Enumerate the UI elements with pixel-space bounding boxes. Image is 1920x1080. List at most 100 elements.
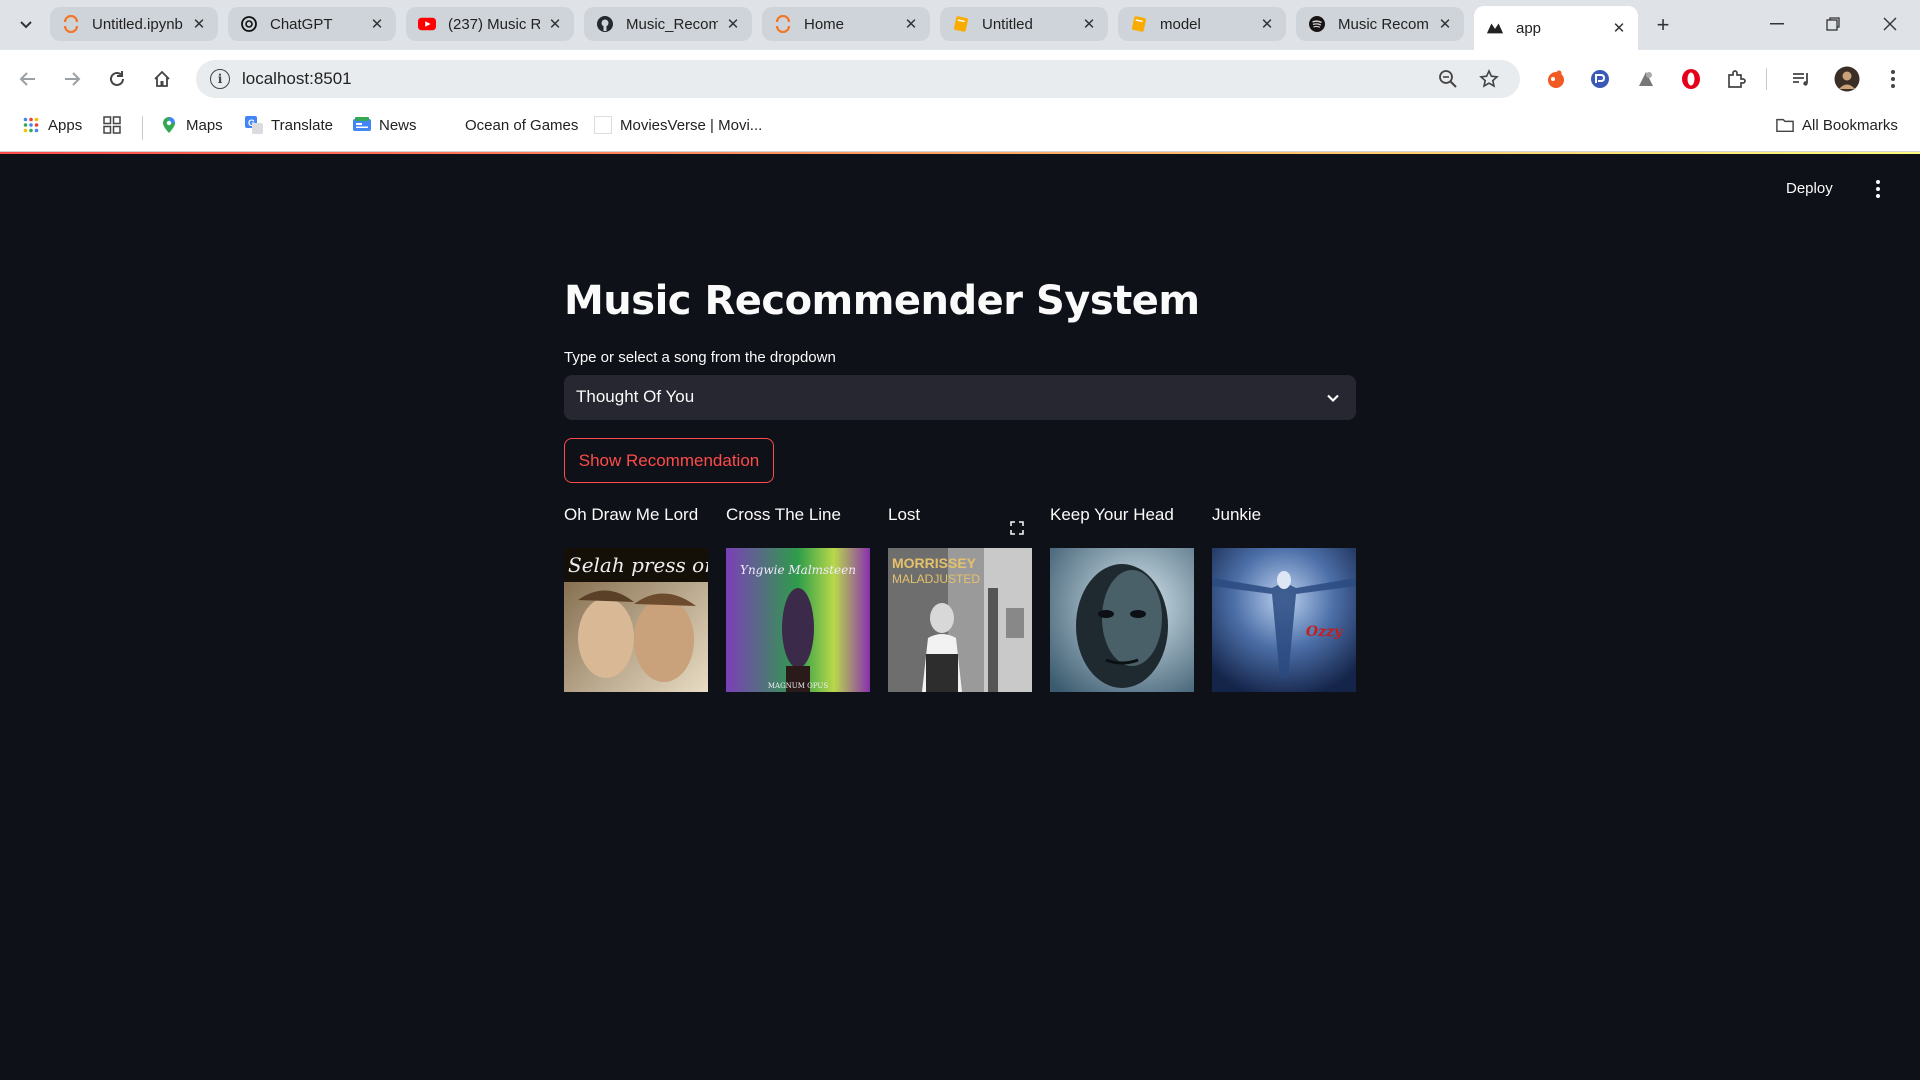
bookmark-label: News: [379, 116, 417, 134]
album-cover-2[interactable]: Yngwie Malmsteen MAGNUM OPUS: [726, 548, 870, 692]
app-main: Deploy Music Recommender System Type or …: [0, 154, 1920, 1080]
tab-spotify[interactable]: Music Recom ✕: [1296, 7, 1464, 41]
tab-colab-untitled[interactable]: Untitled ✕: [940, 7, 1108, 41]
tab-app-active[interactable]: app ✕: [1474, 6, 1638, 50]
news-icon: [353, 116, 371, 134]
album-cover-3[interactable]: MORRISSEY MALADJUSTED: [888, 548, 1032, 692]
bookmark-moviesverse[interactable]: MoviesVerse | Movi...: [594, 114, 762, 136]
github-icon: [596, 15, 614, 33]
jupyter-icon: [62, 15, 80, 33]
tab-title: Music Recom: [1338, 15, 1429, 33]
tab-github[interactable]: Music_Recom ✕: [584, 7, 752, 41]
bookmark-news[interactable]: News: [353, 114, 417, 136]
chatgpt-icon: [240, 15, 258, 33]
maps-icon: [160, 116, 178, 134]
close-icon[interactable]: ✕: [546, 15, 564, 33]
bookmark-label: MoviesVerse | Movi...: [620, 116, 763, 134]
bookmark-label: Ocean of Games: [465, 116, 579, 134]
album-cover-1[interactable]: Selah press on: [564, 548, 708, 692]
folder-icon: [1776, 116, 1794, 134]
tab-groups-icon[interactable]: [103, 114, 121, 136]
new-tab-plus-icon[interactable]: +: [1648, 10, 1678, 40]
tab-title: model: [1160, 15, 1201, 33]
toolbar-divider: [1766, 68, 1767, 90]
url-text[interactable]: localhost:8501: [242, 69, 352, 89]
tab-chatgpt[interactable]: ChatGPT ✕: [228, 7, 396, 41]
tab-title: (237) Music R: [448, 15, 540, 33]
tab-search-chevron-icon[interactable]: [12, 11, 40, 39]
song-select-label: Type or select a song from the dropdown: [564, 349, 836, 366]
bookmark-star-icon[interactable]: [1478, 68, 1500, 90]
close-icon[interactable]: ✕: [1610, 19, 1628, 37]
tab-title: Music_Recom: [626, 15, 718, 33]
jupyter-icon: [774, 15, 792, 33]
close-icon[interactable]: ✕: [1258, 15, 1276, 33]
selected-song[interactable]: Thought Of You: [576, 387, 694, 407]
window-close-icon[interactable]: [1870, 8, 1910, 40]
close-icon[interactable]: ✕: [190, 15, 208, 33]
deploy-button[interactable]: Deploy: [1786, 180, 1833, 197]
close-icon[interactable]: ✕: [902, 15, 920, 33]
fullscreen-icon[interactable]: [1009, 520, 1025, 536]
album-cover-4[interactable]: [1050, 548, 1194, 692]
home-icon[interactable]: [146, 63, 178, 95]
bookmark-translate[interactable]: G Translate: [245, 114, 333, 136]
extensions-puzzle-icon[interactable]: [1723, 66, 1749, 92]
minimize-icon[interactable]: [1757, 8, 1797, 40]
restore-icon[interactable]: [1813, 8, 1853, 40]
bookmark-apps[interactable]: Apps: [22, 114, 82, 136]
tab-jupyter-notebook[interactable]: Untitled.ipynb ✕: [50, 7, 218, 41]
tab-youtube[interactable]: (237) Music R ✕: [406, 7, 574, 41]
tab-title: app: [1516, 19, 1542, 37]
extension-orange-icon[interactable]: [1543, 66, 1569, 92]
forward-arrow-icon[interactable]: [56, 63, 88, 95]
all-bookmarks[interactable]: All Bookmarks: [1776, 114, 1898, 136]
album-cover-5[interactable]: Ozzy: [1212, 548, 1356, 692]
browser-tab-strip: Untitled.ipynb ✕ ChatGPT ✕ (237) Music R…: [0, 0, 1920, 50]
site-info-icon[interactable]: i: [210, 69, 230, 89]
close-icon[interactable]: ✕: [1080, 15, 1098, 33]
rec-title-5: Junkie: [1212, 505, 1262, 524]
youtube-icon: [418, 15, 436, 33]
bookmark-maps[interactable]: Maps: [160, 114, 223, 136]
all-bookmarks-label: All Bookmarks: [1802, 116, 1898, 134]
tab-title: Untitled: [982, 15, 1033, 33]
bookmark-ocean-of-games[interactable]: Ocean of Games: [465, 114, 578, 136]
browser-menu-icon[interactable]: [1880, 66, 1906, 92]
rec-title-4: Keep Your Head: [1050, 505, 1174, 524]
cover-3-text: MORRISSEY: [892, 555, 977, 571]
media-controls-icon[interactable]: [1788, 66, 1814, 92]
chevron-down-icon[interactable]: [1324, 389, 1342, 407]
colab-icon: [952, 15, 970, 33]
close-icon[interactable]: ✕: [1436, 15, 1454, 33]
show-recommendation-button[interactable]: Show Recommendation: [564, 438, 774, 483]
tab-colab-model[interactable]: model ✕: [1118, 7, 1286, 41]
close-icon[interactable]: ✕: [724, 15, 742, 33]
tab-title: ChatGPT: [270, 15, 333, 33]
extension-blue-icon[interactable]: [1587, 66, 1613, 92]
cover-2-text: Yngwie Malmsteen: [740, 563, 856, 577]
song-select[interactable]: Thought Of You: [564, 375, 1356, 420]
extension-grey-icon[interactable]: [1633, 66, 1659, 92]
page-icon: [594, 116, 612, 134]
back-arrow-icon[interactable]: [12, 63, 44, 95]
spotify-icon: [1308, 15, 1326, 33]
cover-3-subtext: MALADJUSTED: [892, 572, 980, 586]
address-bar[interactable]: i localhost:8501: [196, 60, 1520, 98]
app-menu-icon[interactable]: [1866, 174, 1890, 204]
bookmark-divider: [142, 116, 143, 140]
reload-icon[interactable]: [101, 63, 133, 95]
page-title: Music Recommender System: [564, 278, 1200, 324]
profile-avatar[interactable]: [1834, 66, 1860, 92]
rec-title-2: Cross The Line: [726, 505, 841, 524]
zoom-icon[interactable]: [1437, 68, 1459, 90]
cover-1-text: Selah press on: [568, 553, 708, 577]
close-icon[interactable]: ✕: [368, 15, 386, 33]
rec-title-3: Lost: [888, 505, 921, 524]
bookmark-label: Maps: [186, 116, 223, 134]
cover-2-subtext: MAGNUM OPUS: [768, 682, 828, 690]
tab-title: Home: [804, 15, 845, 33]
tab-jupyter-home[interactable]: Home ✕: [762, 7, 930, 41]
opera-icon[interactable]: [1678, 66, 1704, 92]
bookmark-label: Apps: [48, 116, 83, 134]
